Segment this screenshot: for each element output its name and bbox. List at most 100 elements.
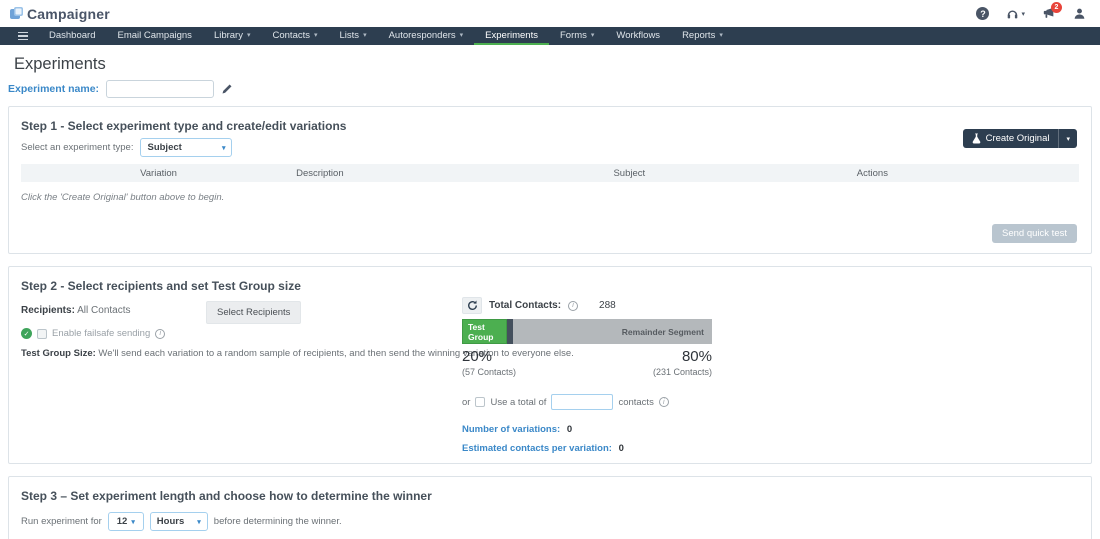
nav-reports[interactable]: Reports▾ (671, 27, 734, 45)
flask-icon (972, 133, 981, 144)
use-total-checkbox[interactable] (475, 397, 485, 407)
column-subject: Subject (613, 168, 856, 179)
step1-title: Step 1 - Select experiment type and crea… (21, 119, 1079, 133)
use-total-input[interactable] (551, 394, 613, 410)
estimated-contacts-label: Estimated contacts per variation: (462, 443, 612, 454)
campaigner-logo-icon (10, 7, 23, 20)
topbar: Campaigner ? ▾ 2 (0, 0, 1100, 27)
chevron-down-icon[interactable]: ▾ (1059, 135, 1077, 143)
edit-pencil-icon[interactable] (221, 83, 233, 95)
announcements-megaphone-icon[interactable]: 2 (1042, 7, 1056, 20)
test-group-segment: Test Group (462, 319, 507, 344)
select-recipients-button[interactable]: Select Recipients (206, 301, 301, 324)
column-description: Description (296, 168, 613, 179)
experiment-type-value: Subject (147, 142, 181, 153)
main-nav: Dashboard Email Campaigns Library▾ Conta… (0, 27, 1100, 45)
nav-library[interactable]: Library▾ (203, 27, 262, 45)
topbar-icons: ? ▾ 2 (976, 7, 1086, 20)
support-headset-icon[interactable]: ▾ (1006, 8, 1025, 20)
step3-title: Step 3 – Set experiment length and choos… (21, 489, 1079, 503)
info-icon[interactable]: i (659, 397, 669, 407)
use-total-row: or Use a total of contacts i (462, 394, 712, 410)
step1-card: Step 1 - Select experiment type and crea… (8, 106, 1092, 254)
experiment-name-row: Experiment name: (4, 80, 1092, 98)
remainder-contacts: (231 Contacts) (653, 367, 712, 377)
nav-experiments[interactable]: Experiments (474, 27, 549, 45)
test-group-contacts: (57 Contacts) (462, 367, 516, 377)
check-circle-icon: ✓ (21, 328, 32, 339)
nav-dashboard[interactable]: Dashboard (38, 27, 106, 45)
duration-unit-select[interactable]: Hours ▾ (150, 512, 208, 531)
nav-autoresponders[interactable]: Autoresponders▾ (378, 27, 475, 45)
test-group-size-label: Test Group Size: (21, 348, 96, 359)
test-group-percent: 20% (462, 348, 492, 365)
estimated-contacts-value: 0 (619, 443, 624, 454)
duration-select[interactable]: 12 ▾ (108, 512, 144, 531)
experiment-type-label: Select an experiment type: (21, 142, 133, 153)
empty-table-message: Click the 'Create Original' button above… (21, 192, 1079, 203)
send-quick-test-button[interactable]: Send quick test (992, 224, 1077, 243)
experiment-name-input[interactable] (106, 80, 214, 98)
column-actions: Actions (857, 168, 1079, 179)
experiment-type-select[interactable]: Subject ▾ (140, 138, 232, 157)
use-total-label: Use a total of (490, 397, 546, 408)
column-variation: Variation (21, 168, 296, 179)
notification-badge: 2 (1051, 2, 1062, 13)
chevron-down-icon: ▾ (719, 31, 723, 39)
nav-email-campaigns[interactable]: Email Campaigns (106, 27, 202, 45)
nav-forms[interactable]: Forms▾ (549, 27, 605, 45)
chevron-down-icon: ▾ (591, 31, 595, 39)
chevron-down-icon: ▾ (222, 144, 226, 152)
nav-lists[interactable]: Lists▾ (329, 27, 378, 45)
percent-row: 20% 80% (462, 348, 712, 365)
page-title: Experiments (14, 55, 1092, 74)
chevron-down-icon: ▾ (460, 31, 464, 39)
refresh-icon (467, 300, 478, 311)
info-icon[interactable]: i (568, 301, 578, 311)
variations-count-label: Number of variations: (462, 424, 560, 435)
variations-count-value: 0 (567, 424, 572, 435)
use-total-prefix: or (462, 397, 470, 408)
total-contacts-row: Total Contacts: i 288 (462, 297, 712, 314)
failsafe-checkbox[interactable] (37, 329, 47, 339)
chevron-down-icon: ▾ (314, 31, 318, 39)
duration-value: 12 (117, 516, 128, 527)
test-group-panel: Total Contacts: i 288 Test Group Remaind… (462, 297, 712, 454)
remainder-percent: 80% (682, 348, 712, 365)
nav-workflows[interactable]: Workflows (605, 27, 671, 45)
variations-count-row: Number of variations: 0 (462, 424, 712, 435)
help-icon[interactable]: ? (976, 7, 989, 20)
duration-unit-value: Hours (157, 516, 184, 527)
info-icon[interactable]: i (155, 329, 165, 339)
create-original-button[interactable]: Create Original ▾ (963, 129, 1077, 148)
total-contacts-value: 288 (599, 300, 616, 311)
recipients-label: Recipients: (21, 305, 75, 316)
estimated-contacts-row: Estimated contacts per variation: 0 (462, 443, 712, 454)
remainder-segment: Remainder Segment (513, 319, 712, 344)
experiment-name-label: Experiment name: (8, 83, 99, 95)
menu-icon[interactable] (8, 27, 38, 45)
variations-table-header: Variation Description Subject Actions (21, 164, 1079, 182)
experiment-type-row: Select an experiment type: Subject ▾ (21, 138, 1079, 157)
chevron-down-icon: ▾ (1021, 10, 1025, 18)
experiment-length-row: Run experiment for 12 ▾ Hours ▾ before d… (21, 512, 1079, 531)
brand-name: Campaigner (27, 6, 110, 22)
run-experiment-label: Run experiment for (21, 516, 102, 527)
brand[interactable]: Campaigner (10, 6, 110, 22)
test-group-slider[interactable]: Test Group Remainder Segment (462, 319, 712, 344)
chevron-down-icon: ▾ (197, 518, 201, 526)
nav-contacts[interactable]: Contacts▾ (262, 27, 329, 45)
use-total-suffix: contacts (618, 397, 653, 408)
page-content: Experiments Experiment name: Step 1 - Se… (0, 55, 1100, 539)
step2-card: Step 2 - Select recipients and set Test … (8, 266, 1092, 464)
failsafe-label: Enable failsafe sending (52, 328, 150, 339)
chevron-down-icon: ▾ (131, 518, 135, 526)
total-contacts-label: Total Contacts: (489, 300, 561, 311)
refresh-button[interactable] (462, 297, 482, 314)
chevron-down-icon: ▾ (247, 31, 251, 39)
contacts-count-row: (57 Contacts) (231 Contacts) (462, 367, 712, 377)
account-icon[interactable] (1073, 7, 1086, 20)
create-original-label: Create Original (986, 133, 1050, 144)
chevron-down-icon: ▾ (363, 31, 367, 39)
run-experiment-suffix: before determining the winner. (214, 516, 342, 527)
